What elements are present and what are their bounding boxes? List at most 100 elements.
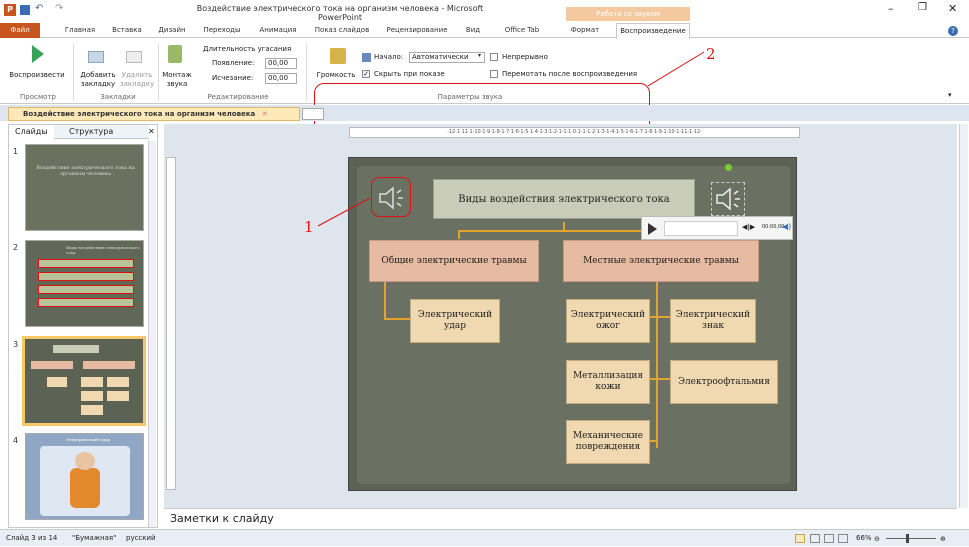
tab-home[interactable]: Главная bbox=[58, 23, 102, 38]
group-preview-label: Просмотр bbox=[20, 93, 56, 101]
close-button[interactable]: ✕ bbox=[948, 2, 957, 15]
tab-transitions[interactable]: Переходы bbox=[198, 23, 246, 38]
loop-checkbox[interactable] bbox=[490, 53, 498, 61]
audio-tools-group: Работа со звуком bbox=[566, 7, 690, 21]
player-progress[interactable] bbox=[664, 221, 738, 236]
hide-during-show-checkbox[interactable]: ✓ bbox=[362, 70, 370, 78]
trim-audio-icon[interactable] bbox=[168, 45, 182, 63]
connector bbox=[563, 222, 565, 232]
document-tab[interactable]: Воздействие электрического тока на орган… bbox=[8, 107, 300, 121]
slide-thumbnail-3-selected[interactable] bbox=[22, 336, 146, 426]
zoom-level[interactable]: 66% bbox=[856, 530, 872, 546]
zoom-slider-thumb[interactable] bbox=[906, 534, 909, 543]
slides-scrollbar[interactable] bbox=[148, 141, 156, 527]
slide-thumbnail-1[interactable]: Воздействие электрического тока на орган… bbox=[25, 144, 144, 231]
tab-slideshow[interactable]: Показ слайдов bbox=[310, 23, 374, 38]
speaker-icon[interactable] bbox=[377, 185, 407, 211]
zoom-in-icon[interactable]: ⊕ bbox=[940, 531, 946, 547]
rewind-checkbox[interactable] bbox=[490, 70, 498, 78]
tab-animation[interactable]: Анимация bbox=[252, 23, 304, 38]
tab-review[interactable]: Рецензирование bbox=[378, 23, 456, 38]
player-seek-icon[interactable]: ◀|▶ bbox=[742, 223, 755, 231]
general-injuries-box[interactable]: Общие электрические травмы bbox=[369, 240, 539, 282]
diagram-title-box[interactable]: Виды воздействия электрического тока bbox=[433, 179, 695, 219]
slideshow-view-button[interactable] bbox=[838, 534, 848, 543]
electric-burn-box[interactable]: Электрический ожог bbox=[566, 299, 650, 343]
save-icon[interactable] bbox=[20, 5, 30, 15]
tab-slides[interactable]: Слайды bbox=[9, 125, 54, 139]
electric-sign-box[interactable]: Электрический знак bbox=[670, 299, 756, 343]
group-editing-label: Редактирование bbox=[207, 93, 269, 101]
tab-file[interactable]: Файл bbox=[0, 23, 40, 38]
zoom-out-icon[interactable]: ⊖ bbox=[874, 531, 880, 547]
new-tab-button[interactable] bbox=[302, 108, 324, 120]
rotate-handle[interactable] bbox=[725, 164, 732, 171]
sorter-view-button[interactable] bbox=[810, 534, 820, 543]
speaker-icon-selected[interactable] bbox=[714, 186, 744, 212]
remove-bookmark-icon bbox=[126, 51, 142, 63]
fade-out-input[interactable]: 00,00 bbox=[265, 73, 297, 84]
tab-insert[interactable]: Вставка bbox=[104, 23, 150, 38]
play-button[interactable]: Воспроизвести bbox=[4, 71, 70, 80]
trim-audio-button[interactable]: Монтаж звука bbox=[160, 71, 194, 89]
maximize-button[interactable]: ❐ bbox=[918, 2, 927, 13]
notes-area[interactable]: Заметки к слайду bbox=[164, 508, 957, 528]
hide-during-show-label: Скрыть при показе bbox=[374, 70, 445, 78]
connector bbox=[656, 280, 658, 448]
right-scrollbar[interactable] bbox=[959, 124, 968, 508]
audio-player: ◀|▶ 00:00,00 ◀) bbox=[641, 216, 793, 240]
player-volume-icon[interactable]: ◀) bbox=[782, 222, 791, 231]
zoom-slider[interactable] bbox=[886, 538, 936, 539]
tab-playback[interactable]: Воспроизведение bbox=[616, 23, 690, 39]
local-injuries-box[interactable]: Местные электрические травмы bbox=[563, 240, 759, 282]
electric-shock-box[interactable]: Электрический удар bbox=[410, 299, 500, 343]
slide-number: 4 bbox=[13, 436, 19, 445]
volume-icon[interactable] bbox=[330, 48, 346, 64]
app-icon[interactable]: P bbox=[4, 4, 16, 16]
tab-format[interactable]: Формат bbox=[562, 23, 608, 38]
slide-canvas[interactable]: Виды воздействия электрического тока Общ… bbox=[348, 157, 797, 491]
fade-in-label: Появление: bbox=[212, 59, 255, 67]
tab-design[interactable]: Дизайн bbox=[152, 23, 192, 38]
language[interactable]: русский bbox=[126, 530, 156, 546]
slides-pane-tabs: Слайды Структура bbox=[9, 125, 149, 139]
mechanical-damage-box[interactable]: Механические повреждения bbox=[566, 420, 650, 464]
play-icon[interactable] bbox=[32, 45, 44, 63]
slide-number: 3 bbox=[13, 340, 19, 349]
connector bbox=[458, 230, 660, 232]
volume-button[interactable]: Громкость bbox=[316, 71, 356, 80]
document-tab-title: Воздействие электрического тока на орган… bbox=[23, 110, 256, 118]
player-play-icon[interactable] bbox=[648, 223, 657, 235]
slide-thumbnail-4[interactable]: Электрический удар bbox=[25, 433, 144, 520]
metallization-box[interactable]: Металлизация кожи bbox=[566, 360, 650, 404]
start-select[interactable]: Автоматически bbox=[409, 52, 485, 63]
group-bookmarks-label: Закладки bbox=[100, 93, 136, 101]
fade-duration-label: Длительность угасания bbox=[203, 45, 292, 53]
minimize-button[interactable]: – bbox=[888, 2, 894, 15]
remove-bookmark-button: Удалить закладку bbox=[119, 71, 155, 88]
start-icon bbox=[362, 53, 371, 62]
chevron-down-icon[interactable]: ▾ bbox=[478, 52, 481, 59]
ribbon-collapse-icon[interactable]: ▾ bbox=[948, 91, 952, 99]
tab-view[interactable]: Вид bbox=[458, 23, 488, 38]
loop-label: Непрерывно bbox=[502, 53, 548, 61]
tab-officetab[interactable]: Office Tab bbox=[494, 23, 550, 38]
redo-icon[interactable]: ↷ bbox=[55, 3, 63, 14]
connector bbox=[458, 231, 460, 239]
add-bookmark-icon[interactable] bbox=[88, 51, 104, 63]
connector bbox=[649, 378, 671, 380]
tab-outline[interactable]: Структура bbox=[63, 125, 119, 139]
add-bookmark-button[interactable]: Добавить закладку bbox=[76, 71, 120, 89]
slide-thumbnail-2[interactable]: Виды воздействия электрического тока bbox=[25, 240, 144, 327]
electroophthalmia-box[interactable]: Электроофтальмия bbox=[670, 360, 778, 404]
fade-in-input[interactable]: 00,00 bbox=[265, 58, 297, 69]
slide-number: 1 bbox=[13, 147, 19, 156]
start-label: Начало: bbox=[374, 53, 404, 61]
help-icon[interactable]: ? bbox=[948, 26, 958, 36]
reading-view-button[interactable] bbox=[824, 534, 834, 543]
undo-icon[interactable]: ↶ bbox=[35, 3, 43, 14]
connector bbox=[384, 318, 410, 320]
close-tab-icon[interactable]: ✕ bbox=[262, 110, 268, 118]
normal-view-button[interactable] bbox=[795, 534, 805, 543]
close-pane-icon[interactable]: ✕ bbox=[148, 127, 155, 136]
